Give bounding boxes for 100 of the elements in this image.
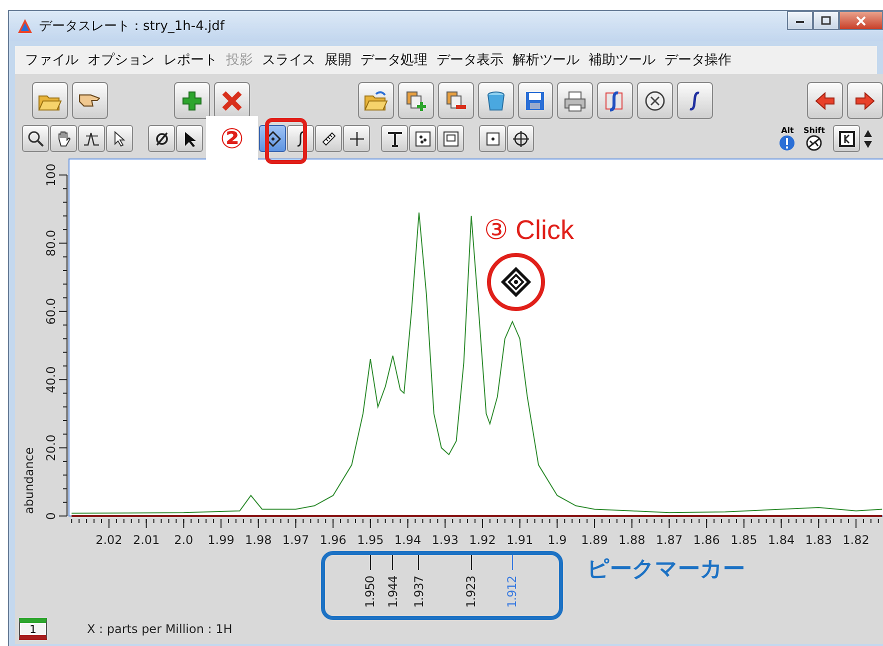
left-arrow-button[interactable] xyxy=(807,82,844,120)
pointer-tool-button[interactable] xyxy=(106,125,133,152)
add-button[interactable] xyxy=(174,82,210,120)
maximize-icon xyxy=(821,16,831,25)
crossed-circle-icon xyxy=(806,135,822,152)
x-tick-label: 1.86 xyxy=(693,533,720,548)
x-tick-label: 1.98 xyxy=(245,533,272,548)
left-arrow-icon xyxy=(814,90,836,112)
dots-square-icon xyxy=(414,130,432,148)
x-tick-label: 1.89 xyxy=(581,533,608,548)
crosshair-icon xyxy=(512,130,530,148)
x-tick-label: 2.01 xyxy=(132,533,160,548)
y-tick-label: 60.0 xyxy=(44,298,58,326)
x-tick-label: 1.91 xyxy=(506,533,534,548)
hand-tool-button[interactable] xyxy=(50,125,77,152)
printer-icon xyxy=(563,90,588,112)
y-tick-label: 100 xyxy=(44,164,58,187)
right-arrow-icon xyxy=(854,90,876,112)
x-tick-label: 1.85 xyxy=(730,533,758,548)
integral-chart-button[interactable] xyxy=(597,82,634,120)
frame-tool-button[interactable] xyxy=(437,125,464,152)
maximize-button[interactable] xyxy=(813,11,839,30)
x-tick-label: 1.92 xyxy=(469,533,496,548)
x-tick-label: 1.84 xyxy=(768,533,795,548)
frame-icon xyxy=(442,130,460,148)
up-down-arrows-icon[interactable] xyxy=(863,128,873,149)
hand-pointing-button[interactable] xyxy=(72,82,108,120)
peak-marker-annotation: ピークマーカー xyxy=(587,556,745,584)
modifier-label: Shift xyxy=(803,126,825,136)
peak-tool-button[interactable] xyxy=(78,125,105,152)
x-tick-label: 1.99 xyxy=(208,533,234,548)
x-tick-label: 2.02 xyxy=(96,533,122,548)
integral-icon xyxy=(296,130,305,148)
keyboard-button[interactable] xyxy=(833,125,860,152)
plus-tool-button[interactable] xyxy=(343,125,370,152)
x-tick-label: 1.82 xyxy=(842,533,870,548)
y-axis-title: abundance xyxy=(22,448,36,514)
dot-square-icon xyxy=(484,130,502,148)
x-tick-label: 1.93 xyxy=(432,533,458,548)
menu-item[interactable]: データ処理 xyxy=(360,51,428,69)
ruler-tool-button[interactable] xyxy=(315,125,342,152)
axis-unit-label: X : parts per Million : 1H xyxy=(87,622,232,636)
crosshair-tool-button[interactable] xyxy=(507,125,534,152)
plus-icon xyxy=(348,130,366,148)
menu-item[interactable]: データ表示 xyxy=(436,51,504,69)
menu-item[interactable]: スライス xyxy=(262,51,316,69)
open-folder-button[interactable] xyxy=(32,82,68,120)
menu-item[interactable]: データ操作 xyxy=(664,51,732,69)
dot-square-tool-button[interactable] xyxy=(479,125,506,152)
magnifier-tool-button[interactable] xyxy=(22,125,49,152)
text-tool-button[interactable] xyxy=(381,125,408,152)
close-button[interactable] xyxy=(839,11,883,30)
click-annotation: ③ Click xyxy=(484,214,574,246)
folder-arrow-icon xyxy=(364,90,388,112)
right-arrow-button[interactable] xyxy=(847,82,883,120)
trash-can-button[interactable] xyxy=(478,82,514,120)
window-title: データスレート：stry_1h-4.jdf xyxy=(39,18,224,35)
crossed-circle-icon xyxy=(644,90,666,112)
diamond-cursor-icon xyxy=(501,267,531,298)
open-folder-button[interactable] xyxy=(358,82,394,120)
modifier-label: Alt xyxy=(781,126,794,136)
save-button[interactable] xyxy=(518,82,554,120)
x-tick-label: 1.96 xyxy=(320,533,346,548)
minimize-button[interactable] xyxy=(787,11,813,30)
x-tick-label: 1.94 xyxy=(394,533,422,548)
x-tick-label: 1.97 xyxy=(282,533,310,548)
arrow-tool-button[interactable] xyxy=(176,125,203,152)
cross-icon xyxy=(220,90,243,112)
plot-area[interactable] xyxy=(68,158,883,517)
x-tick-label: 1.83 xyxy=(805,533,832,548)
x-tick-label: 1.87 xyxy=(656,533,683,548)
menu-item[interactable]: 展開 xyxy=(324,51,352,69)
menu-item[interactable]: ファイル xyxy=(25,51,79,69)
y-tick-label: 20.0 xyxy=(44,434,58,462)
layers-plus-icon xyxy=(404,90,427,112)
app-logo-icon xyxy=(17,18,33,34)
x-tick-label: 1.95 xyxy=(357,533,384,548)
stop-button[interactable] xyxy=(637,82,674,120)
ruler-icon xyxy=(320,130,338,148)
remove-layer-button[interactable] xyxy=(438,82,474,120)
layers-minus-icon xyxy=(444,90,467,112)
x-tick-label: 1.88 xyxy=(618,533,646,548)
x-tick-label: 2.0 xyxy=(174,533,194,548)
menu-item[interactable]: 補助ツール xyxy=(588,51,656,69)
add-layer-button[interactable] xyxy=(398,82,434,120)
highlight-frame xyxy=(265,118,307,164)
y-tick-label: 80.0 xyxy=(44,230,58,257)
dots-square-tool-button[interactable] xyxy=(409,125,436,152)
y-tick-label: 0 xyxy=(44,512,58,520)
k-key-icon xyxy=(838,130,856,148)
slashed-circle-tool-button[interactable] xyxy=(148,125,175,152)
pointing-hand-icon xyxy=(79,94,100,108)
menu-item[interactable]: レポート xyxy=(164,51,218,69)
menu-item[interactable]: 解析ツール xyxy=(512,51,580,69)
exclamation-circle-icon xyxy=(779,135,796,152)
page-indicator[interactable]: 1 xyxy=(19,618,47,640)
plus-icon xyxy=(180,90,203,112)
menu-item[interactable]: オプション xyxy=(88,51,155,69)
integral-button[interactable] xyxy=(677,82,714,120)
print-button[interactable] xyxy=(557,82,594,120)
